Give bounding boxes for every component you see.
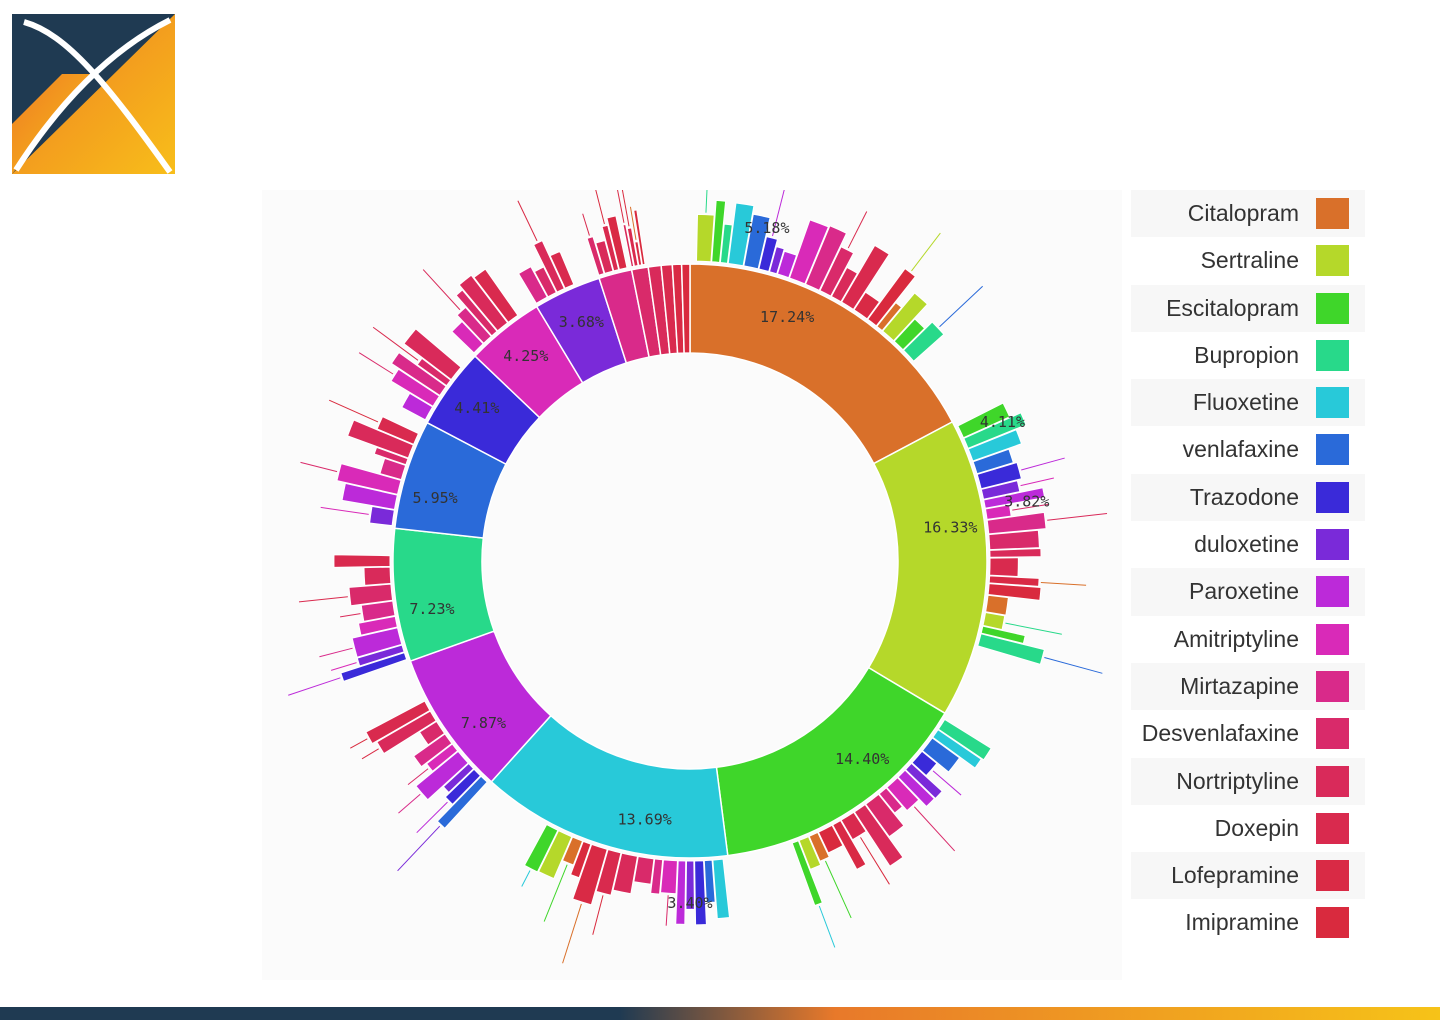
outer-percent-label: 5.18% <box>744 219 789 237</box>
legend-item[interactable]: Imipramine <box>1131 899 1365 946</box>
legend-swatch <box>1316 623 1349 655</box>
legend-item[interactable]: Citalopram <box>1131 190 1365 238</box>
legend-item[interactable]: Desvenlafaxine <box>1131 710 1365 757</box>
legend-label: Sertraline <box>1200 247 1299 274</box>
footer-bar <box>0 1007 1440 1020</box>
legend-label: Mirtazapine <box>1180 672 1299 699</box>
outer-segment[interactable] <box>989 557 1019 578</box>
legend-swatch <box>1316 812 1349 844</box>
outer-percent-label: 3.40% <box>667 894 712 912</box>
legend-swatch <box>1316 576 1349 608</box>
legend-label: Trazodone <box>1189 483 1299 510</box>
legend-label: Escitalopram <box>1166 294 1299 321</box>
segment-percent-label: 4.41% <box>454 399 499 417</box>
segment-percent-label: 7.23% <box>409 600 454 618</box>
legend-label: duloxetine <box>1194 531 1299 558</box>
legend-item[interactable]: Mirtazapine <box>1131 662 1365 711</box>
outer-segment[interactable] <box>363 566 392 586</box>
outer-segment[interactable] <box>989 548 1042 558</box>
outer-segment[interactable] <box>695 213 715 263</box>
legend-label: Desvenlafaxine <box>1141 720 1299 747</box>
segment-percent-label: 13.69% <box>618 811 672 829</box>
legend-item[interactable]: Amitriptyline <box>1131 616 1365 663</box>
legend-label: Imipramine <box>1185 909 1299 936</box>
legend-item[interactable]: Fluoxetine <box>1131 379 1365 427</box>
legend-swatch <box>1316 434 1349 466</box>
legend-item[interactable]: Doxepin <box>1131 805 1365 852</box>
legend-label: Fluoxetine <box>1192 389 1299 416</box>
legend-swatch <box>1316 529 1349 561</box>
legend-item[interactable]: Bupropion <box>1131 332 1365 379</box>
legend-item[interactable]: Trazodone <box>1131 473 1365 522</box>
legend-swatch <box>1316 245 1349 277</box>
segment-percent-label: 16.33% <box>923 518 977 536</box>
legend-swatch <box>1316 339 1349 371</box>
legend-item[interactable]: Paroxetine <box>1131 568 1365 616</box>
legend-swatch <box>1316 718 1349 750</box>
legend-label: Amitriptyline <box>1173 625 1299 652</box>
legend-swatch <box>1316 860 1349 892</box>
legend-swatch <box>1316 481 1349 513</box>
legend-swatch <box>1316 292 1349 324</box>
segment-percent-label: 17.24% <box>760 308 814 326</box>
legend-swatch <box>1316 387 1349 419</box>
legend-swatch <box>1316 907 1349 939</box>
legend-item[interactable]: Lofepramine <box>1131 852 1365 900</box>
x-logo <box>12 14 175 174</box>
legend: Citalopram Sertraline Escitalopram Bupropio… <box>1131 190 1365 947</box>
segment-percent-label: 3.68% <box>559 313 604 331</box>
legend-label: Lofepramine <box>1171 862 1299 889</box>
legend-item[interactable]: venlafaxine <box>1131 426 1365 473</box>
legend-label: Nortriptyline <box>1176 767 1299 794</box>
outer-percent-label: 4.11% <box>980 413 1025 431</box>
legend-swatch <box>1316 198 1349 229</box>
legend-label: Paroxetine <box>1189 578 1299 605</box>
segment-percent-label: 7.87% <box>461 714 506 732</box>
legend-item[interactable]: Nortriptyline <box>1131 757 1365 805</box>
outer-percent-label: 3.82% <box>1004 493 1049 511</box>
segment-percent-label: 14.40% <box>835 750 889 768</box>
segment-percent-label: 5.95% <box>413 489 458 507</box>
legend-item[interactable]: duloxetine <box>1131 521 1365 568</box>
sunburst-chart: 17.24% 16.33% 14.40% 13.69% 7.87% 7.23% 5.95% 4… <box>262 190 1122 980</box>
legend-item[interactable]: Sertraline <box>1131 237 1365 284</box>
legend-swatch <box>1316 670 1349 702</box>
legend-swatch <box>1316 765 1349 797</box>
legend-label: venlafaxine <box>1182 436 1299 463</box>
legend-label: Citalopram <box>1187 200 1299 226</box>
legend-label: Doxepin <box>1214 814 1299 841</box>
legend-label: Bupropion <box>1194 341 1299 368</box>
segment-percent-label: 4.25% <box>503 347 548 365</box>
legend-item[interactable]: Escitalopram <box>1131 284 1365 332</box>
outer-segment[interactable] <box>985 594 1009 616</box>
outer-segment[interactable] <box>333 554 391 568</box>
outer-segment[interactable] <box>659 859 678 895</box>
